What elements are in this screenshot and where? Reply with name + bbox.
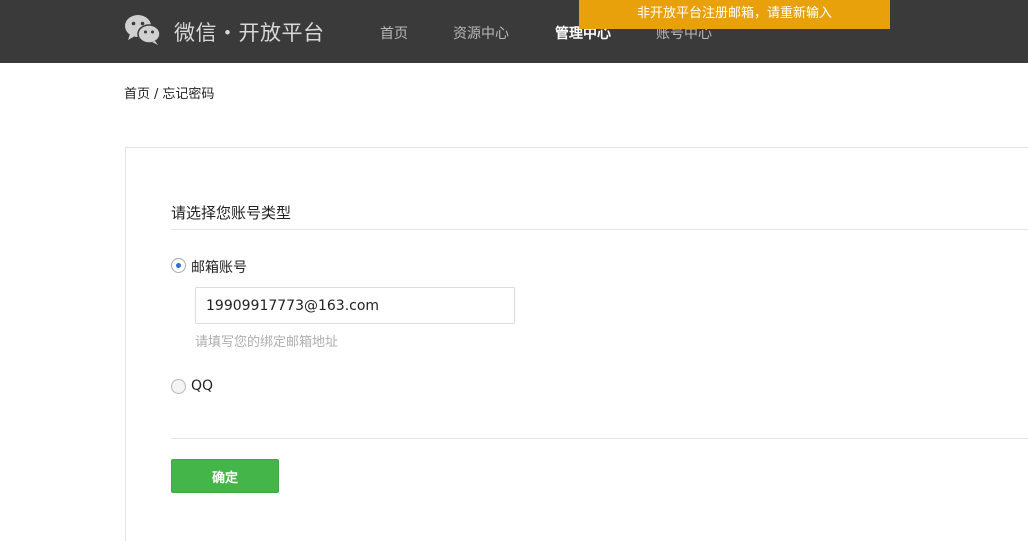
section-title: 请选择您账号类型 <box>171 204 292 222</box>
brand-title[interactable]: 微信・开放平台 <box>174 17 325 47</box>
footer-divider <box>171 438 1028 439</box>
breadcrumb: 首页 / 忘记密码 <box>124 83 214 102</box>
qq-account-label[interactable]: QQ <box>191 378 213 394</box>
email-account-radio[interactable] <box>171 258 186 273</box>
email-input[interactable] <box>195 287 515 324</box>
nav-item-home[interactable]: 首页 <box>380 23 408 43</box>
wechat-logo-icon[interactable] <box>124 14 162 46</box>
breadcrumb-separator: / <box>154 87 159 102</box>
error-toast: 非开放平台注册邮箱，请重新输入 <box>579 0 890 29</box>
email-account-label[interactable]: 邮箱账号 <box>191 257 247 277</box>
confirm-button[interactable]: 确定 <box>171 459 279 493</box>
email-hint: 请填写您的绑定邮箱地址 <box>195 335 339 350</box>
nav-item-resources[interactable]: 资源中心 <box>453 23 509 43</box>
section-divider <box>171 229 1028 230</box>
qq-account-radio[interactable] <box>171 379 186 394</box>
breadcrumb-current: 忘记密码 <box>162 87 215 102</box>
breadcrumb-home-link[interactable]: 首页 <box>124 87 150 102</box>
